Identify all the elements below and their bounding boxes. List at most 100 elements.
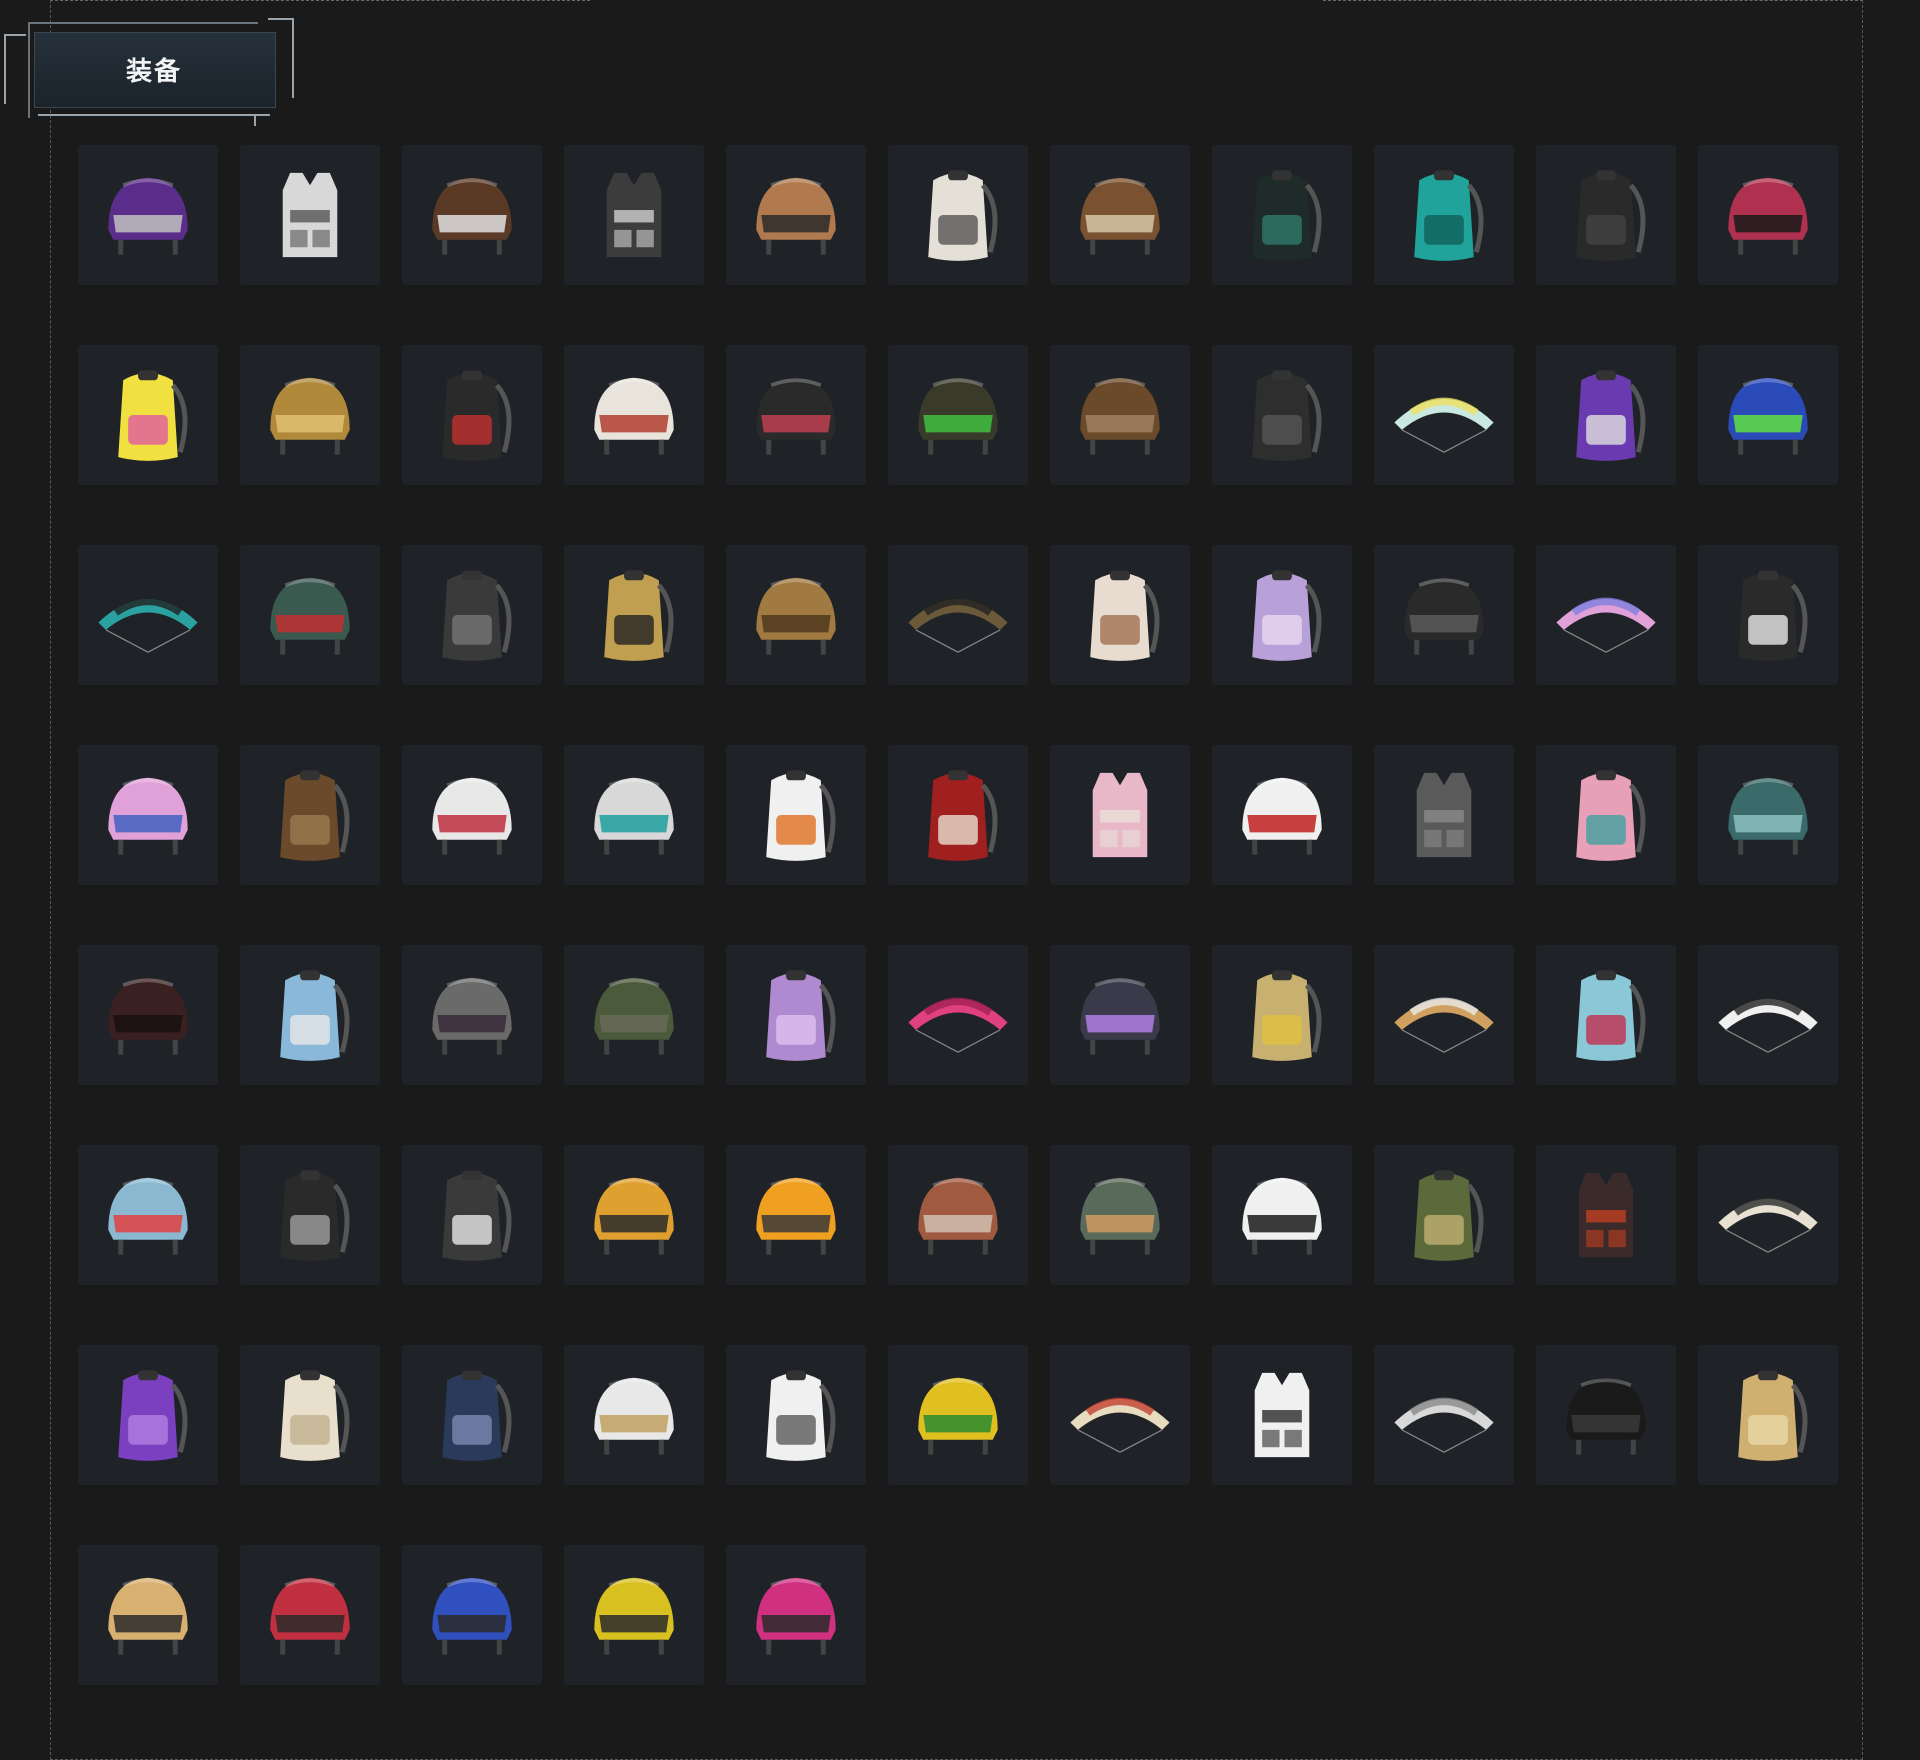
helmet-icon xyxy=(248,353,372,477)
equipment-item[interactable] xyxy=(402,1545,542,1685)
equipment-item[interactable] xyxy=(1698,145,1838,285)
equipment-item[interactable] xyxy=(240,1145,380,1285)
equipment-item[interactable] xyxy=(78,945,218,1085)
equipment-item[interactable] xyxy=(1050,345,1190,485)
equipment-item[interactable] xyxy=(564,145,704,285)
equipment-item[interactable] xyxy=(726,1545,866,1685)
tab-deco-line xyxy=(292,18,294,98)
equipment-item[interactable] xyxy=(564,1545,704,1685)
backpack-icon xyxy=(86,353,210,477)
helmet-icon xyxy=(1544,1353,1668,1477)
equipment-item[interactable] xyxy=(888,345,1028,485)
backpack-icon xyxy=(1544,953,1668,1077)
equipment-item[interactable] xyxy=(240,145,380,285)
equipment-item[interactable] xyxy=(402,945,542,1085)
helmet-icon xyxy=(86,1153,210,1277)
equipment-item[interactable] xyxy=(564,545,704,685)
vest-icon xyxy=(1058,753,1182,877)
equipment-item[interactable] xyxy=(888,1345,1028,1485)
equipment-item[interactable] xyxy=(1374,1345,1514,1485)
equipment-item[interactable] xyxy=(1698,745,1838,885)
equipment-item[interactable] xyxy=(402,345,542,485)
vest-icon xyxy=(1382,753,1506,877)
equipment-item[interactable] xyxy=(1536,145,1676,285)
equipment-item[interactable] xyxy=(402,545,542,685)
equipment-item[interactable] xyxy=(1374,945,1514,1085)
equipment-item[interactable] xyxy=(240,345,380,485)
equipment-item[interactable] xyxy=(78,145,218,285)
equipment-item[interactable] xyxy=(1212,945,1352,1085)
parachute-icon xyxy=(86,553,210,677)
section-tab[interactable]: 装备 xyxy=(4,14,296,126)
equipment-item[interactable] xyxy=(726,745,866,885)
equipment-item[interactable] xyxy=(402,1345,542,1485)
equipment-item[interactable] xyxy=(726,545,866,685)
equipment-item[interactable] xyxy=(240,545,380,685)
backpack-icon xyxy=(1706,1353,1830,1477)
equipment-item[interactable] xyxy=(1698,945,1838,1085)
backpack-icon xyxy=(1220,153,1344,277)
equipment-item[interactable] xyxy=(564,1145,704,1285)
helmet-icon xyxy=(1382,553,1506,677)
equipment-item[interactable] xyxy=(1536,1145,1676,1285)
equipment-item[interactable] xyxy=(888,145,1028,285)
equipment-item[interactable] xyxy=(1050,545,1190,685)
parachute-icon xyxy=(1706,953,1830,1077)
equipment-item[interactable] xyxy=(888,945,1028,1085)
equipment-item[interactable] xyxy=(564,945,704,1085)
equipment-item[interactable] xyxy=(1536,745,1676,885)
equipment-item[interactable] xyxy=(78,545,218,685)
equipment-item[interactable] xyxy=(1374,745,1514,885)
equipment-item[interactable] xyxy=(1698,545,1838,685)
equipment-item[interactable] xyxy=(1536,1345,1676,1485)
equipment-item[interactable] xyxy=(402,145,542,285)
equipment-item[interactable] xyxy=(1698,1145,1838,1285)
equipment-item[interactable] xyxy=(78,745,218,885)
equipment-item[interactable] xyxy=(726,345,866,485)
equipment-item[interactable] xyxy=(240,1545,380,1685)
equipment-item[interactable] xyxy=(78,1145,218,1285)
parachute-icon xyxy=(896,553,1020,677)
equipment-item[interactable] xyxy=(726,945,866,1085)
equipment-item[interactable] xyxy=(1536,345,1676,485)
equipment-item[interactable] xyxy=(240,745,380,885)
equipment-item[interactable] xyxy=(1050,145,1190,285)
equipment-item[interactable] xyxy=(1698,1345,1838,1485)
equipment-item[interactable] xyxy=(1212,345,1352,485)
equipment-item[interactable] xyxy=(726,145,866,285)
equipment-item[interactable] xyxy=(1212,745,1352,885)
equipment-item[interactable] xyxy=(78,345,218,485)
equipment-item[interactable] xyxy=(240,1345,380,1485)
equipment-item[interactable] xyxy=(1374,345,1514,485)
equipment-item[interactable] xyxy=(1374,545,1514,685)
tab-deco-line xyxy=(28,22,30,118)
helmet-icon xyxy=(1706,753,1830,877)
equipment-item[interactable] xyxy=(78,1545,218,1685)
equipment-item[interactable] xyxy=(1050,1345,1190,1485)
equipment-item[interactable] xyxy=(402,745,542,885)
equipment-item[interactable] xyxy=(78,1345,218,1485)
equipment-item[interactable] xyxy=(1374,145,1514,285)
equipment-item[interactable] xyxy=(726,1145,866,1285)
equipment-item[interactable] xyxy=(1050,745,1190,885)
equipment-item[interactable] xyxy=(1050,1145,1190,1285)
equipment-item[interactable] xyxy=(888,745,1028,885)
equipment-item[interactable] xyxy=(888,545,1028,685)
equipment-item[interactable] xyxy=(1212,545,1352,685)
equipment-item[interactable] xyxy=(1536,545,1676,685)
equipment-item[interactable] xyxy=(726,1345,866,1485)
equipment-item[interactable] xyxy=(1212,1345,1352,1485)
equipment-item[interactable] xyxy=(564,345,704,485)
equipment-item[interactable] xyxy=(564,745,704,885)
equipment-item[interactable] xyxy=(1212,145,1352,285)
equipment-item[interactable] xyxy=(1536,945,1676,1085)
equipment-item[interactable] xyxy=(1212,1145,1352,1285)
equipment-item[interactable] xyxy=(240,945,380,1085)
equipment-item[interactable] xyxy=(1698,345,1838,485)
equipment-item[interactable] xyxy=(564,1345,704,1485)
equipment-item[interactable] xyxy=(1050,945,1190,1085)
backpack-icon xyxy=(1544,153,1668,277)
equipment-item[interactable] xyxy=(888,1145,1028,1285)
equipment-item[interactable] xyxy=(1374,1145,1514,1285)
equipment-item[interactable] xyxy=(402,1145,542,1285)
